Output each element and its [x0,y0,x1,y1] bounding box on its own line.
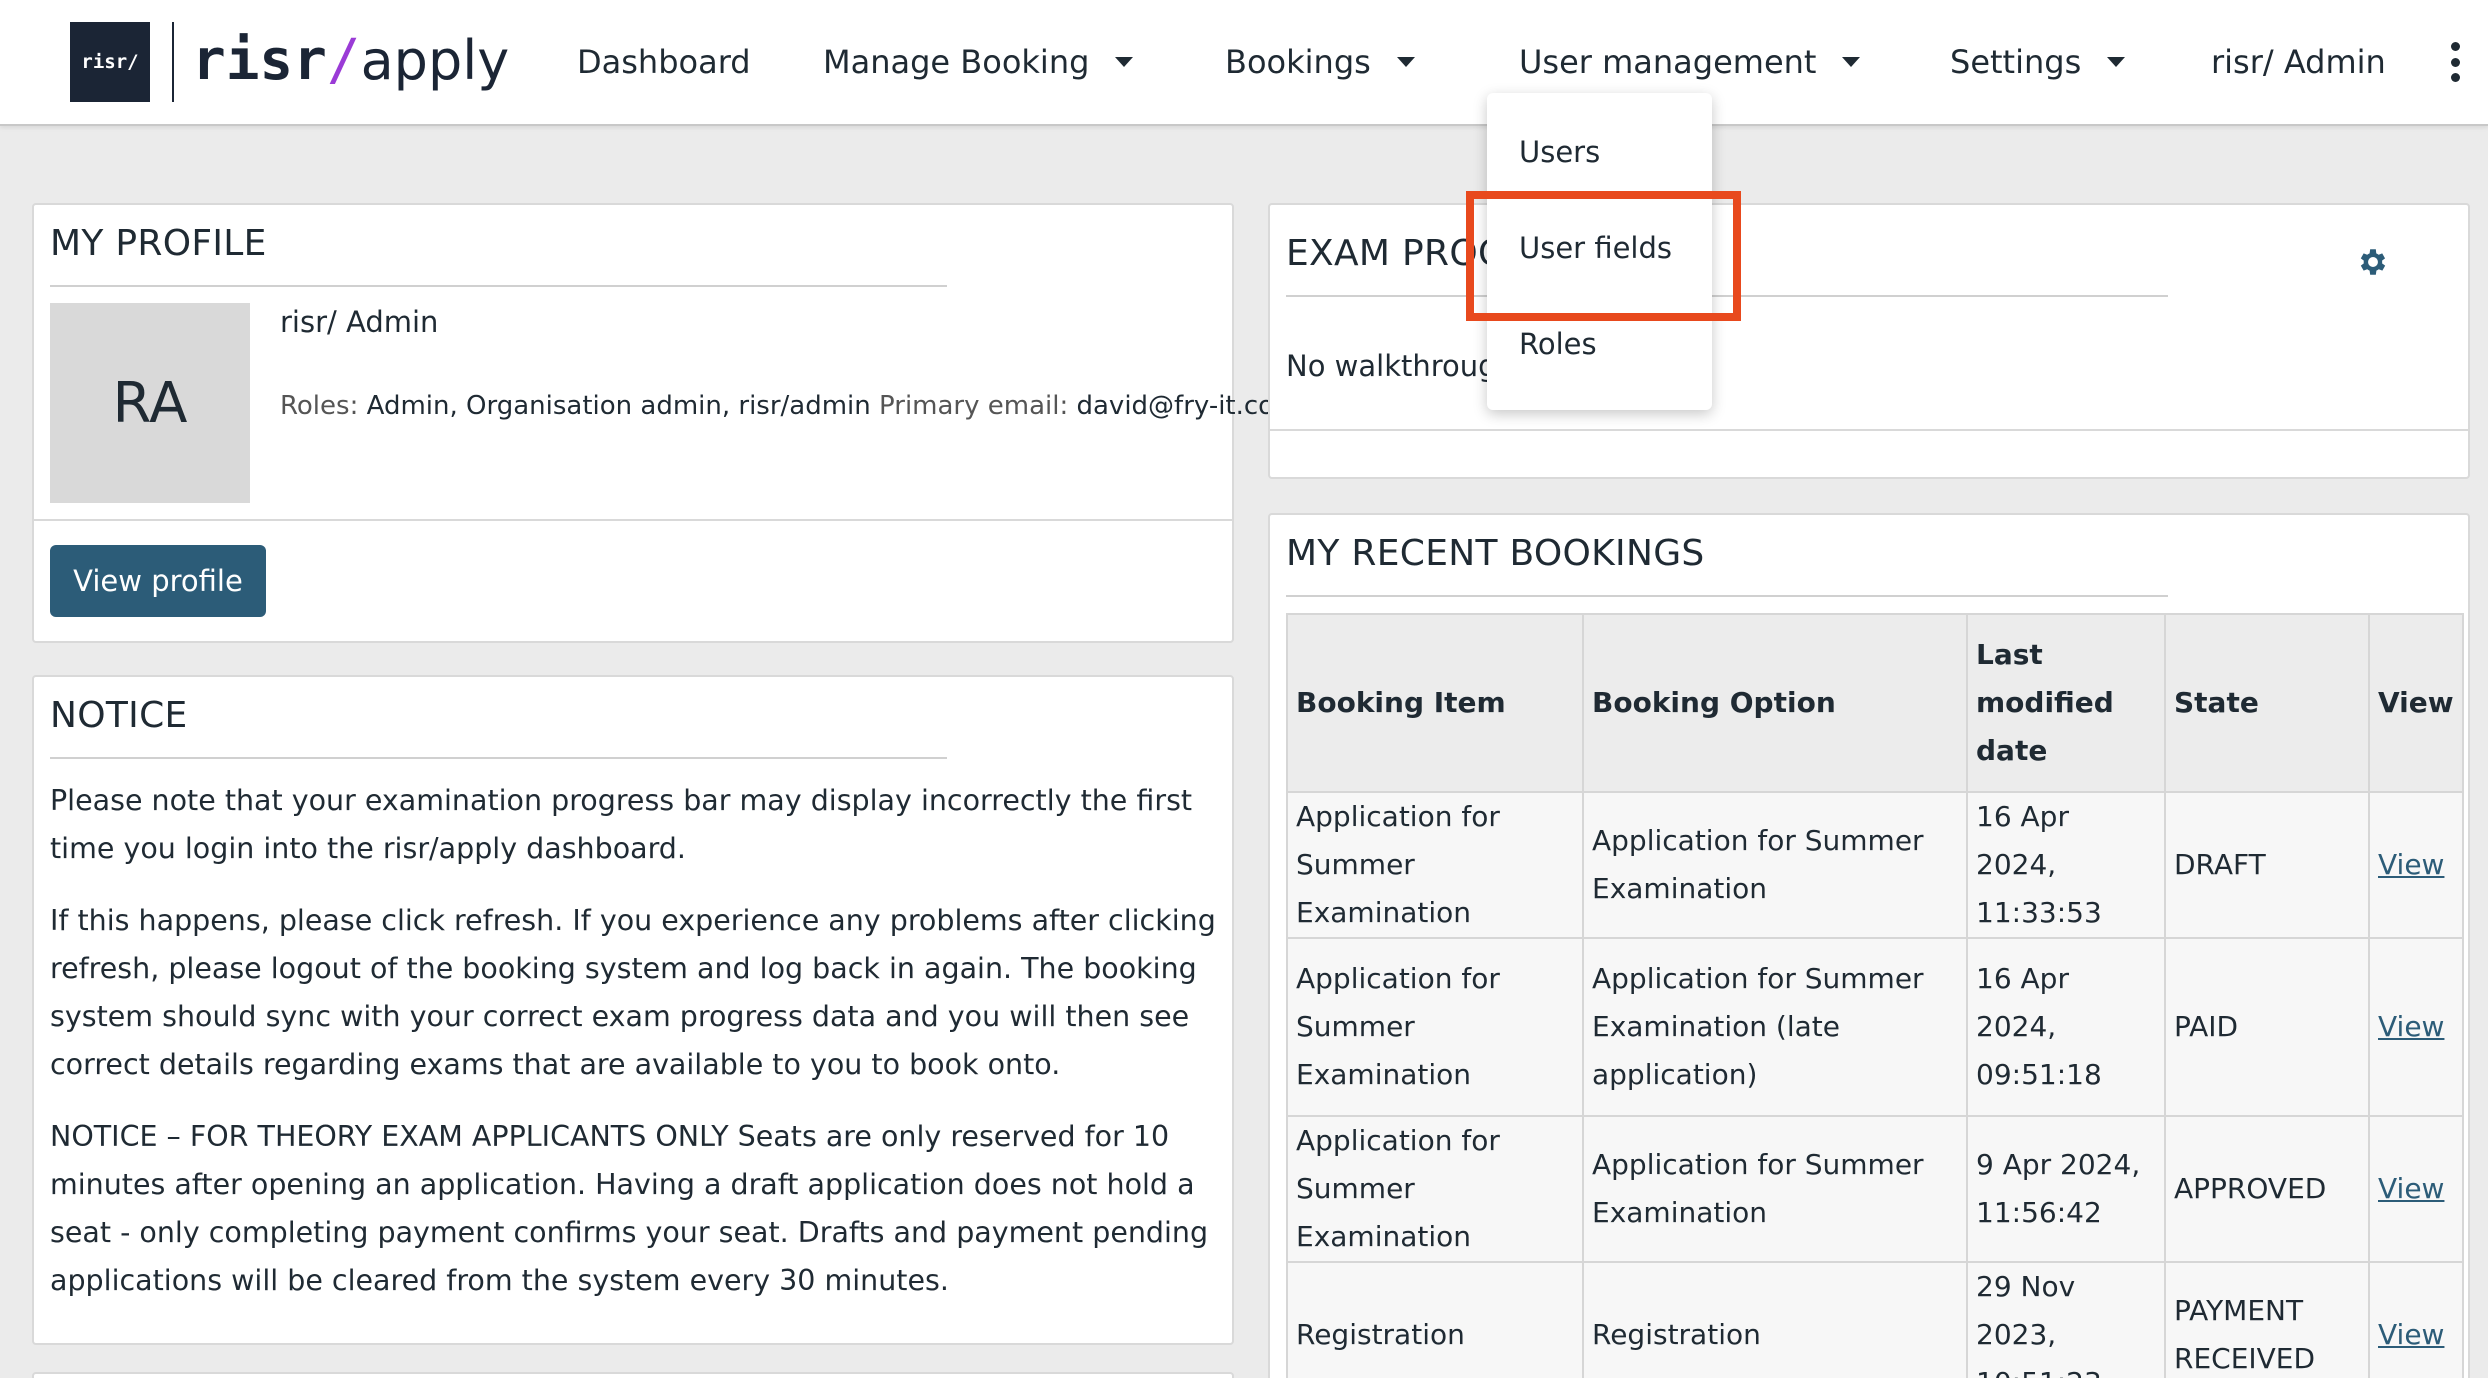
view-link[interactable]: View [2378,1010,2444,1043]
table-row: Application for Summer Examination Appli… [1286,1115,2464,1263]
cell-last-modified: 29 Nov 2023, 10:51:23 [1966,1261,2166,1378]
cell-state: APPROVED [2164,1115,2370,1263]
recent-bookings-card: MY RECENT BOOKINGS Booking Item Booking … [1268,513,2470,1378]
avatar: RA [50,303,250,503]
column-header-view: View [2368,613,2464,793]
nav-bookings-label: Bookings [1225,43,1371,81]
cell-last-modified: 9 Apr 2024, 11:56:42 [1966,1115,2166,1263]
table-row: Application for Summer Examination Appli… [1286,937,2464,1117]
exam-progress-message: No walkthrough [1286,349,1515,383]
column-header-last-modified: Last modified date [1966,613,2166,793]
card-title: MY RECENT BOOKINGS [1286,533,1705,574]
logo-box-text: risr/ [81,51,139,73]
nav-user-label: risr/ Admin [2211,43,2386,81]
roles-label: Roles: [280,391,359,421]
cell-booking-item: Application for Summer Examination [1286,937,1584,1117]
dropdown-item-roles[interactable]: Roles [1519,327,1597,361]
cell-last-modified: 16 Apr 2024, 09:51:18 [1966,937,2166,1117]
profile-name: risr/ Admin [280,305,439,339]
card-title: NOTICE [50,695,188,736]
avatar-initials: RA [112,370,188,436]
view-link[interactable]: View [2378,1172,2444,1205]
view-profile-button[interactable]: View profile [50,545,266,617]
card-title: EXAM PROG [1286,233,1507,274]
user-management-dropdown: Users User fields Roles [1487,93,1712,410]
table-row: Application for Summer Examination Appli… [1286,791,2464,939]
title-divider [50,757,947,759]
nav-settings-label: Settings [1950,43,2082,81]
notice-paragraph: If this happens, please click refresh. I… [50,904,1216,1081]
column-header-booking-item: Booking Item [1286,613,1584,793]
gear-icon[interactable] [2356,245,2390,279]
cell-booking-item: Application for Summer Examination [1286,791,1584,939]
kebab-dot [2450,42,2460,51]
notice-card: NOTICE Please note that your examination… [32,675,1234,1345]
email-label: Primary email: [879,391,1069,421]
email-value: david@fry-it.com [1076,391,1300,421]
profile-meta: Roles: Admin, Organisation admin, risr/a… [280,391,1299,421]
logo-wordmark-apply: apply [360,29,510,92]
caret-down-icon [1842,57,1861,67]
more-options-icon[interactable] [2446,42,2464,82]
column-header-booking-option: Booking Option [1582,613,1968,793]
app-logo-wordmark[interactable]: risr/apply [192,26,509,96]
view-link[interactable]: View [2378,1318,2444,1351]
cell-last-modified: 16 Apr 2024, 11:33:53 [1966,791,2166,939]
table-row: Registration Registration 29 Nov 2023, 1… [1286,1261,2464,1378]
kebab-dot [2450,57,2460,67]
caret-down-icon [1396,57,1415,67]
dropdown-item-user-fields[interactable]: User fields [1519,231,1672,265]
my-profile-card: MY PROFILE RA risr/ Admin Roles: Admin, … [32,203,1299,643]
title-divider [1286,295,2168,297]
cell-booking-item: Registration [1286,1261,1584,1378]
cell-view: View [2368,791,2464,939]
cell-state: PAID [2164,937,2370,1117]
roles-value: Admin, Organisation admin, risr/admin [366,391,871,421]
title-divider [50,285,947,287]
nav-bookings[interactable]: Bookings [1225,38,1415,86]
notice-paragraph: Please note that your examination progre… [50,784,1193,865]
cell-state: DRAFT [2164,791,2370,939]
cell-view: View [2368,1115,2464,1263]
card-title: MY PROFILE [50,223,267,264]
table-header-row: Booking Item Booking Option Last modifie… [1286,613,2464,793]
cell-booking-option: Application for Summer Examination [1582,1115,1968,1263]
logo-icon[interactable]: risr/ [70,22,150,102]
cell-state: PAYMENT RECEIVED [2164,1261,2370,1378]
section-divider [34,519,1232,521]
logo-wordmark-risr: risr [192,28,327,93]
nav-dashboard-label: Dashboard [577,43,751,81]
dropdown-item-users[interactable]: Users [1519,135,1600,169]
nav-manage-booking-label: Manage Booking [823,43,1090,81]
column-header-state: State [2164,613,2370,793]
nav-user-management[interactable]: User management [1519,38,1861,86]
recent-bookings-table: Booking Item Booking Option Last modifie… [1286,613,2464,1378]
top-navigation-bar: risr/ risr/apply Dashboard Manage Bookin… [0,0,2488,126]
exam-progress-card: EXAM PROG No walkthrough [1268,203,2470,479]
next-card-edge [32,1372,1234,1378]
kebab-dot [2450,73,2460,82]
logo-divider [172,22,174,102]
nav-settings[interactable]: Settings [1950,38,2126,86]
view-profile-label: View profile [73,564,243,598]
cell-booking-item: Application for Summer Examination [1286,1115,1584,1263]
nav-user-management-label: User management [1519,43,1817,81]
nav-dashboard[interactable]: Dashboard [577,38,751,86]
cell-view: View [2368,937,2464,1117]
nav-user-account[interactable]: risr/ Admin [2211,38,2386,86]
caret-down-icon [2107,57,2126,67]
notice-paragraph: NOTICE – FOR THEORY EXAM APPLICANTS ONLY… [50,1120,1209,1297]
cell-booking-option: Application for Summer Examination [1582,791,1968,939]
view-link[interactable]: View [2378,848,2444,881]
logo-wordmark-slash: / [326,28,361,93]
nav-manage-booking[interactable]: Manage Booking [823,38,1134,86]
caret-down-icon [1115,57,1134,67]
section-divider [1270,429,2468,431]
title-divider [1286,595,2168,597]
cell-view: View [2368,1261,2464,1378]
cell-booking-option: Registration [1582,1261,1968,1378]
cell-booking-option: Application for Summer Examination (late… [1582,937,1968,1117]
